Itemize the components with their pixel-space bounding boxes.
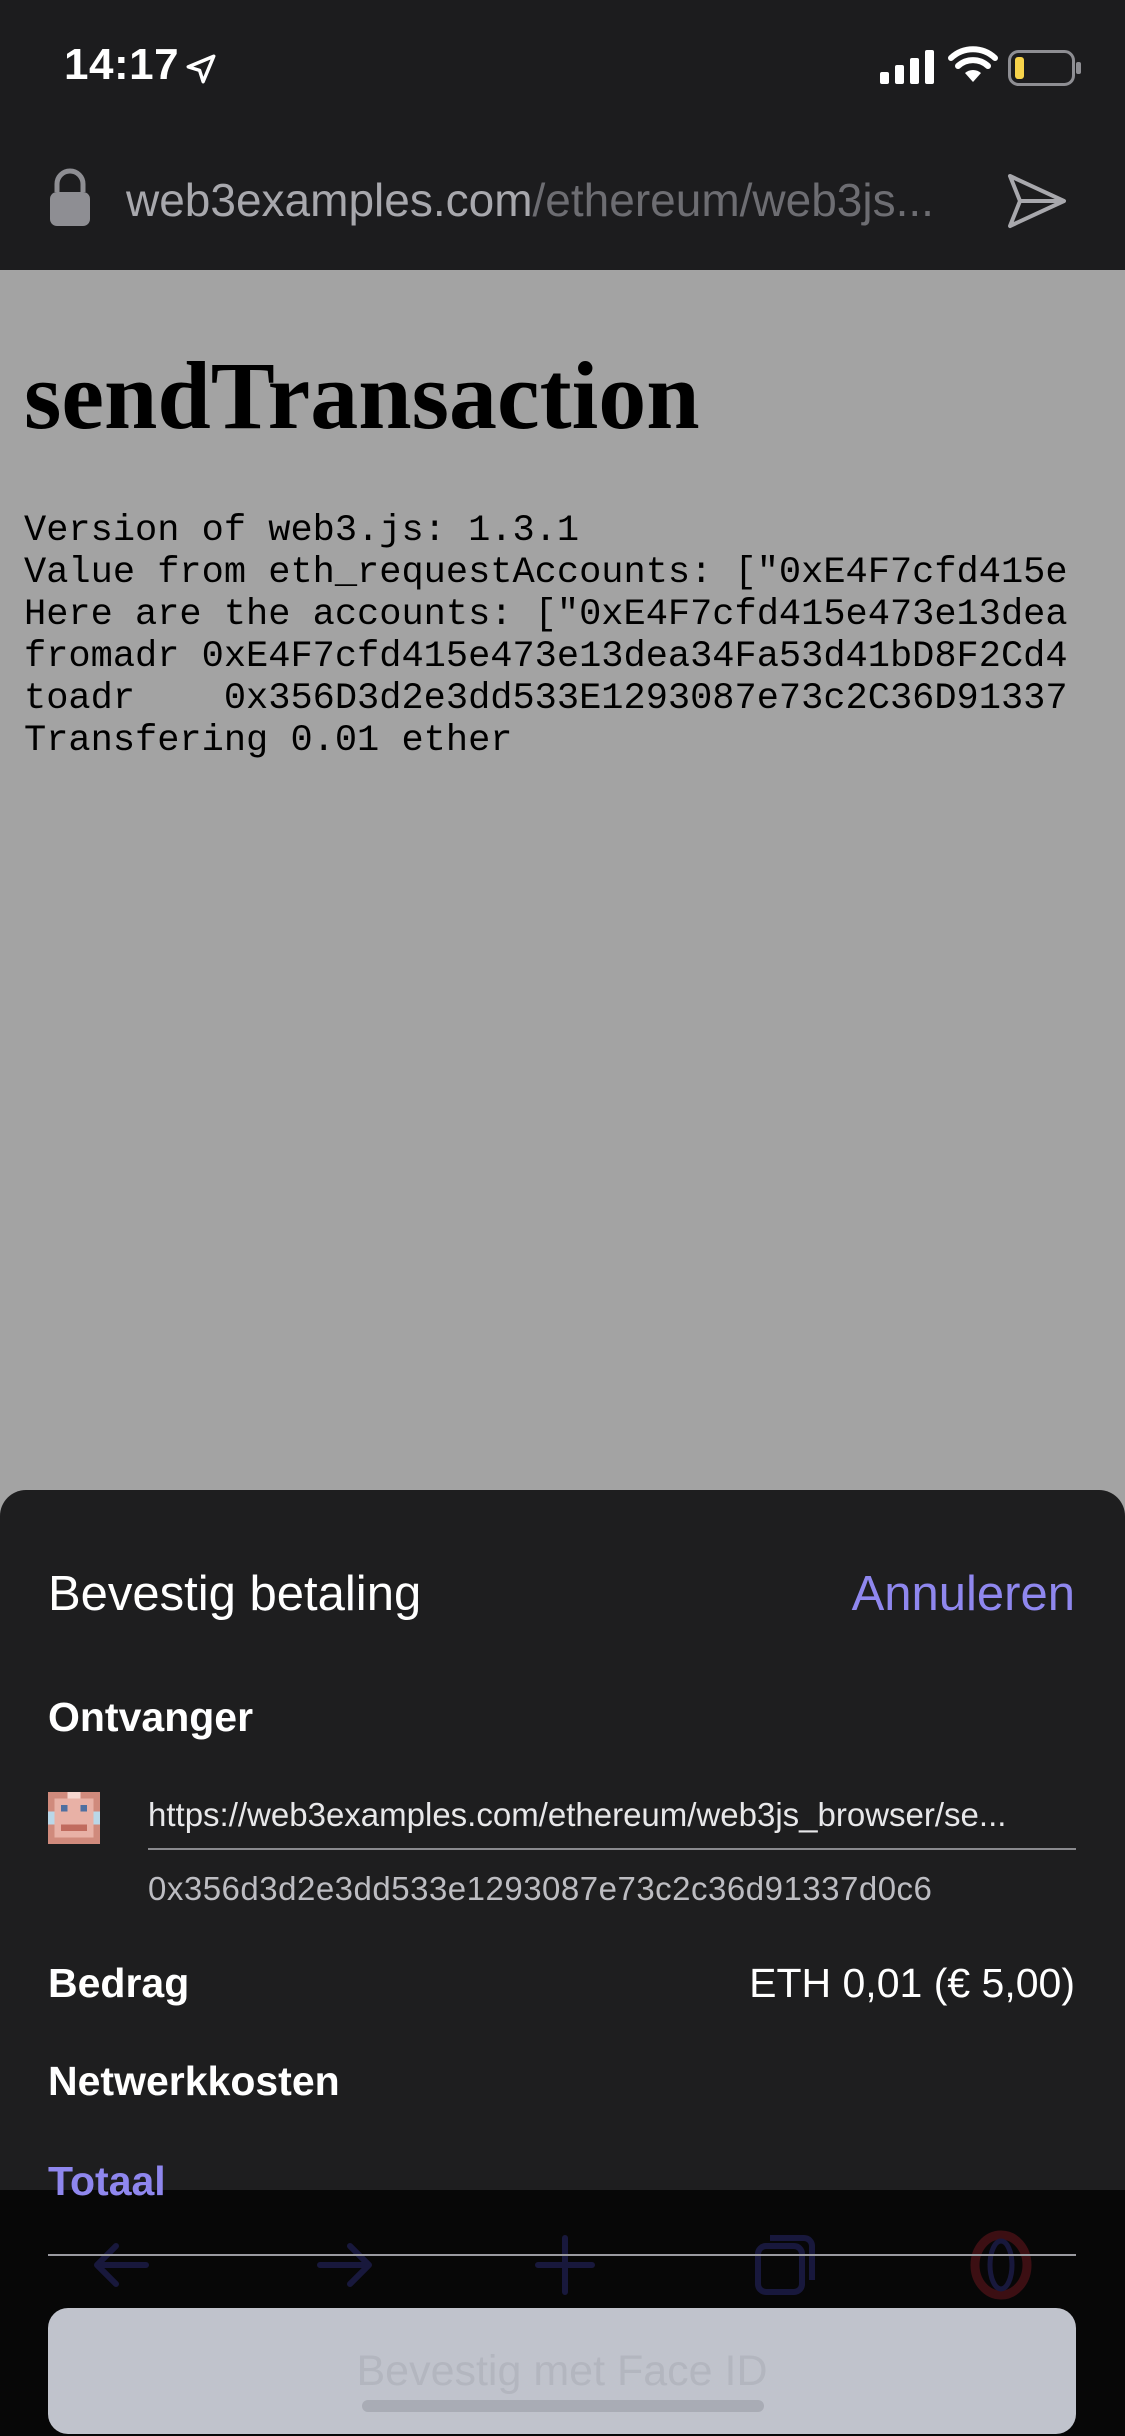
send-icon[interactable]: [1004, 168, 1070, 234]
back-arrow-icon: [94, 2243, 149, 2287]
recipient-avatar-icon: [48, 1792, 100, 1844]
address-bar[interactable]: web3examples.com/ethereum/web3js...: [0, 132, 1125, 270]
url-text[interactable]: web3examples.com/ethereum/web3js...: [126, 168, 976, 232]
console-output: Version of web3.js: 1.3.1 Value from eth…: [24, 510, 1068, 762]
tabs-icon: [755, 2235, 815, 2295]
confirm-face-id-button[interactable]: Bevestig met Face ID: [48, 2308, 1076, 2434]
amount-value: ETH 0,01 (€ 5,00): [749, 1960, 1075, 2006]
amount-label: Bedrag: [48, 1960, 190, 2006]
console-line: Value from eth_requestAccounts: ["0xE4F7…: [24, 552, 1068, 594]
cancel-button[interactable]: Annuleren: [852, 1566, 1075, 1622]
recipient-url: https://web3examples.com/ethereum/web3js…: [148, 1796, 1076, 1850]
lock-icon: [50, 168, 90, 226]
console-line: Here are the accounts: ["0xE4F7cfd415e47…: [24, 594, 1068, 636]
total-label: Totaal: [48, 2158, 166, 2204]
network-fee-label: Netwerkkosten: [48, 2058, 340, 2104]
console-line: Transfering 0.01 ether: [24, 720, 513, 762]
forward-arrow-icon: [317, 2243, 372, 2287]
web-page-content: sendTransaction Version of web3.js: 1.3.…: [0, 270, 1125, 1490]
payment-confirmation-sheet: Bevestig betaling Annuleren Ontvanger ht…: [0, 1490, 1125, 2190]
console-line: toadr 0x356D3d2e3dd533E1293087e73c2C36D9…: [24, 678, 1068, 720]
page-title: sendTransaction: [24, 342, 700, 449]
divider: [48, 2254, 1076, 2256]
opera-logo-icon: [970, 2230, 1032, 2300]
recipient-label: Ontvanger: [48, 1694, 254, 1740]
home-indicator: [362, 2400, 764, 2412]
url-domain: web3examples.com: [126, 174, 533, 226]
status-bar: 14:17: [0, 0, 1125, 132]
status-time: 14:17: [64, 40, 180, 89]
location-arrow-icon: [186, 54, 216, 84]
console-line: fromadr 0xE4F7cfd415e473e13dea34Fa53d41b…: [24, 636, 1068, 678]
console-line: Version of web3.js: 1.3.1: [24, 510, 580, 552]
battery-low-icon: [1008, 50, 1081, 86]
cellular-signal-icon: [880, 50, 934, 84]
sheet-title: Bevestig betaling: [48, 1567, 422, 1621]
wifi-icon: [948, 46, 998, 82]
url-path: /ethereum/web3js...: [532, 174, 934, 226]
new-tab-plus-icon: [535, 2235, 595, 2295]
recipient-address: 0x356d3d2e3dd533e1293087e73c2c36d91337d0…: [148, 1870, 933, 1907]
